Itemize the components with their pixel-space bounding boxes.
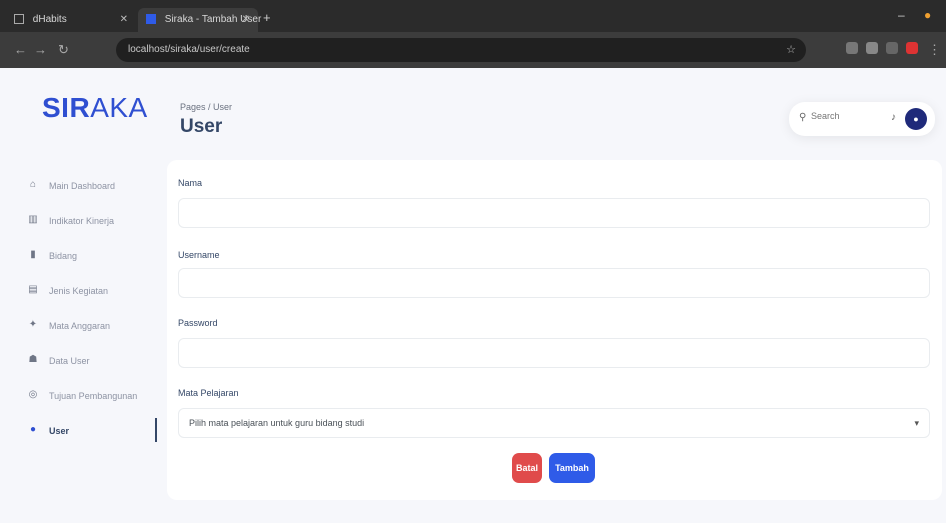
browser-tab-bar: dHabits ✕ Siraka - Tambah User ✕ + – ● [0, 0, 946, 32]
wallet-icon: ✦ [28, 318, 38, 330]
sidebar-item-bidang[interactable]: ▮ Bidang [0, 238, 160, 273]
close-icon[interactable]: ✕ [120, 8, 128, 32]
sidebar-item-label: Indikator Kinerja [49, 215, 115, 226]
role-label: Mata Pelajaran [178, 388, 239, 398]
username-field[interactable] [178, 268, 930, 298]
user-form-card: Nama Username Password Mata Pelajaran Pi… [167, 160, 942, 500]
sidebar-item-tujuan[interactable]: ◎ Tujuan Pembangunan [0, 378, 160, 413]
search-icon: ⚲ [799, 112, 807, 123]
logo-part-1: SIR [42, 92, 91, 123]
active-indicator [155, 418, 157, 442]
avatar[interactable]: ● [905, 108, 927, 130]
sidebar-item-label: Data User [49, 355, 90, 366]
cancel-button[interactable]: Batal [512, 453, 542, 483]
logo-part-2: AKA [90, 92, 148, 123]
page-icon [146, 14, 156, 25]
menu-icon[interactable]: ⋮ [928, 42, 941, 58]
sidebar-item-jenis-kegiatan[interactable]: ▤ Jenis Kegiatan [0, 273, 160, 308]
sidebar-item-label: User [49, 425, 70, 436]
new-tab-button[interactable]: + [263, 10, 271, 25]
extension-icon[interactable] [846, 42, 858, 54]
forward-icon[interactable]: → [34, 42, 47, 57]
sidebar-item-label: Tujuan Pembangunan [49, 390, 138, 401]
name-label: Nama [178, 178, 203, 188]
sidebar-item-main-dashboard[interactable]: ⌂ Main Dashboard [0, 168, 160, 203]
url-field[interactable]: localhost/siraka/user/create ☆ [116, 38, 806, 62]
users-icon: ☗ [28, 353, 38, 365]
sidebar-item-user[interactable]: ● User [0, 413, 160, 448]
chevron-down-icon: ▾ [914, 418, 919, 428]
username-label: Username [178, 250, 220, 260]
search-input[interactable] [811, 111, 871, 121]
extension-icon[interactable] [886, 42, 898, 54]
user-icon: ● [29, 423, 37, 435]
name-field[interactable] [178, 198, 930, 228]
sidebar-item-data-user[interactable]: ☗ Data User [0, 343, 160, 378]
page-title: User [180, 116, 223, 137]
url-text: localhost/siraka/user/create [128, 44, 250, 55]
reload-icon[interactable]: ↻ [58, 42, 69, 58]
profile-icon[interactable]: ● [924, 8, 931, 22]
sidebar-item-label: Jenis Kegiatan [49, 285, 109, 296]
role-select-value: Pilih mata pelajaran untuk guru bidang s… [189, 418, 365, 428]
sidebar-item-mata-anggaran[interactable]: ✦ Mata Anggaran [0, 308, 160, 343]
breadcrumb: Pages / User [180, 102, 233, 112]
sidebar-item-label: Main Dashboard [49, 180, 116, 191]
page-icon [14, 14, 24, 25]
building-icon: ▮ [30, 248, 36, 260]
browser-address-bar: ← → ↻ localhost/siraka/user/create ☆ ⋮ [0, 32, 946, 68]
sidebar: SIRAKA ⌂ Main Dashboard ▥ Indikator Kine… [0, 68, 160, 523]
extension-icon[interactable] [906, 42, 918, 54]
notification-icon[interactable]: ♪ [891, 112, 896, 123]
back-icon[interactable]: ← [14, 42, 27, 57]
bookmark-star-icon[interactable]: ☆ [786, 38, 796, 62]
password-field[interactable] [178, 338, 930, 368]
browser-tab-active[interactable]: Siraka - Tambah User ✕ [138, 8, 261, 32]
add-user-button[interactable]: Tambah [549, 453, 595, 483]
sidebar-item-label: Bidang [49, 250, 78, 261]
password-label: Password [178, 318, 218, 328]
app-logo[interactable]: SIRAKA [42, 92, 148, 124]
sidebar-nav: ⌂ Main Dashboard ▥ Indikator Kinerja ▮ B… [0, 168, 160, 448]
chart-icon: ▥ [28, 213, 38, 225]
extension-icon[interactable] [866, 42, 878, 54]
sidebar-item-indikator[interactable]: ▥ Indikator Kinerja [0, 203, 160, 238]
browser-tab[interactable]: dHabits ✕ [6, 8, 136, 32]
target-icon: ◎ [28, 388, 38, 400]
search-box: ⚲ ♪ ● [789, 102, 935, 136]
minimize-icon[interactable]: – [898, 8, 905, 22]
list-icon: ▤ [28, 283, 38, 295]
home-icon: ⌂ [29, 178, 37, 190]
close-icon[interactable]: ✕ [242, 8, 250, 32]
sidebar-item-label: Mata Anggaran [49, 320, 111, 331]
role-select[interactable]: Pilih mata pelajaran untuk guru bidang s… [178, 408, 930, 438]
tab-label: dHabits [32, 14, 67, 25]
